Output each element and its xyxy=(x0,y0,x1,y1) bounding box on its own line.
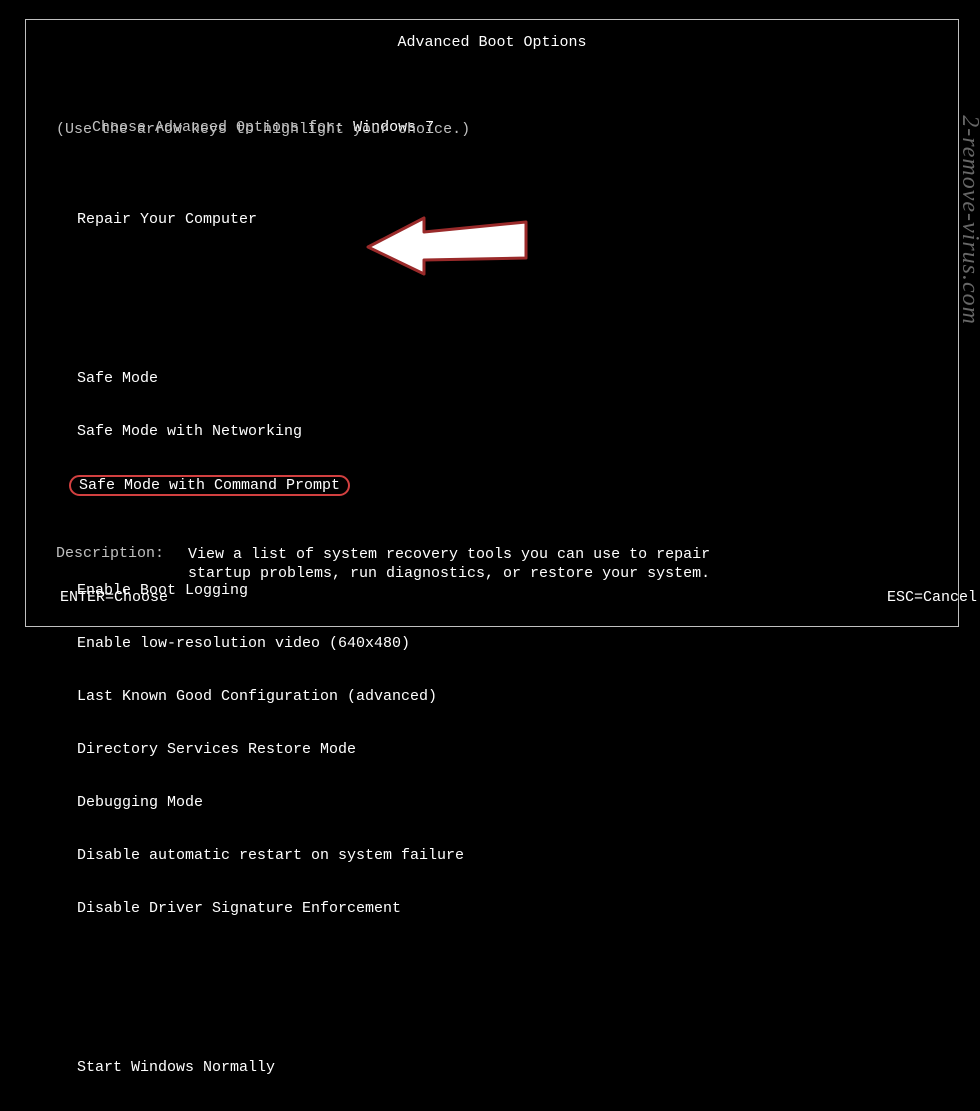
option-lkgc[interactable]: Last Known Good Configuration (advanced) xyxy=(77,687,464,706)
option-safe-mode[interactable]: Safe Mode xyxy=(77,369,464,388)
footer-hints: ENTER=Choose ESC=Cancel xyxy=(60,589,977,606)
option-no-sig[interactable]: Disable Driver Signature Enforcement xyxy=(77,899,464,918)
description-label: Description: xyxy=(56,545,164,562)
option-safe-mode-cmd[interactable]: Safe Mode with Command Prompt xyxy=(77,475,464,494)
description-text: View a list of system recovery tools you… xyxy=(188,545,710,583)
footer-enter: ENTER=Choose xyxy=(60,589,168,606)
boot-menu-frame: Advanced Boot Options Choose Advanced Op… xyxy=(25,19,959,627)
watermark: 2-remove-virus.com xyxy=(957,115,980,325)
option-no-auto-restart[interactable]: Disable automatic restart on system fail… xyxy=(77,846,464,865)
option-debug[interactable]: Debugging Mode xyxy=(77,793,464,812)
option-dsrm[interactable]: Directory Services Restore Mode xyxy=(77,740,464,759)
annotation-arrow-icon xyxy=(364,200,534,278)
selected-highlight: Safe Mode with Command Prompt xyxy=(69,475,350,496)
page-title: Advanced Boot Options xyxy=(397,34,586,51)
option-low-res[interactable]: Enable low-resolution video (640x480) xyxy=(77,634,464,653)
option-safe-mode-networking[interactable]: Safe Mode with Networking xyxy=(77,422,464,441)
option-start-normally[interactable]: Start Windows Normally xyxy=(77,1058,464,1077)
boot-options-menu: Repair Your Computer Safe Mode Safe Mode… xyxy=(77,176,464,1111)
arrow-key-hint: (Use the arrow keys to highlight your ch… xyxy=(56,121,470,138)
footer-esc: ESC=Cancel xyxy=(887,589,977,606)
